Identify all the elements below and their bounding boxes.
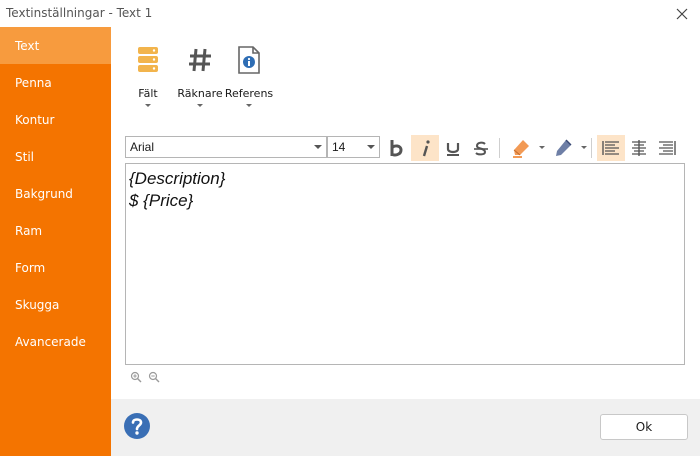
counter-button[interactable]: Räknare — [177, 43, 223, 117]
pen-icon — [556, 139, 572, 156]
text-editor[interactable]: {Description} $ {Price} — [125, 163, 685, 365]
sidebar-item-label: Stil — [15, 149, 34, 164]
document-info-icon — [233, 43, 265, 77]
align-center-button[interactable] — [625, 135, 653, 161]
align-left-icon — [602, 141, 619, 155]
font-family-value: Arial — [130, 140, 155, 154]
chevron-down-icon — [145, 104, 151, 107]
format-toolbar: Arial 14 — [125, 135, 685, 161]
database-icon — [132, 43, 164, 77]
underline-icon — [446, 143, 460, 156]
sidebar-item-label: Skugga — [15, 297, 60, 312]
bold-icon — [390, 140, 403, 157]
help-button[interactable] — [123, 412, 151, 440]
sidebar-item-label: Text — [15, 38, 40, 53]
strikethrough-icon — [474, 141, 488, 156]
sidebar-item-label: Bakgrund — [15, 186, 73, 201]
reference-label: Referens — [224, 87, 274, 100]
highlight-color-button[interactable] — [507, 135, 535, 161]
sidebar-item-ram[interactable]: Ram — [0, 212, 111, 249]
underline-button[interactable] — [439, 135, 467, 161]
chevron-down-icon[interactable] — [539, 146, 545, 149]
sidebar-item-stil[interactable]: Stil — [0, 138, 111, 175]
main-panel: Fält Räknare Referens Arial 14 {Descript… — [111, 27, 700, 399]
editor-line: {Description} — [129, 169, 226, 188]
sidebar-item-label: Penna — [15, 75, 52, 90]
align-center-icon — [632, 140, 646, 156]
sidebar-item-avancerade[interactable]: Avancerade — [0, 323, 111, 360]
sidebar-item-penna[interactable]: Penna — [0, 64, 111, 101]
ok-label: Ok — [635, 420, 653, 434]
close-button[interactable] — [672, 4, 692, 24]
sidebar-item-kontur[interactable]: Kontur — [0, 101, 111, 138]
sidebar-item-text[interactable]: Text — [0, 27, 111, 64]
counter-label: Räknare — [177, 87, 223, 100]
sidebar-item-label: Form — [15, 260, 46, 275]
font-size-value: 14 — [332, 140, 346, 154]
chevron-down-icon — [367, 145, 375, 149]
sidebar-item-form[interactable]: Form — [0, 249, 111, 286]
font-family-select[interactable]: Arial — [125, 136, 327, 158]
ok-button[interactable]: Ok — [600, 414, 688, 440]
help-icon — [124, 413, 150, 439]
window-title: Textinställningar - Text 1 — [6, 6, 153, 20]
align-right-button[interactable] — [653, 135, 681, 161]
italic-button[interactable] — [411, 135, 439, 161]
toolbar-separator — [499, 138, 500, 158]
highlighter-icon — [513, 140, 529, 158]
sidebar-item-label: Kontur — [15, 112, 55, 127]
field-button[interactable]: Fält — [133, 43, 163, 117]
title-bar: Textinställningar - Text 1 — [0, 0, 700, 27]
bold-button[interactable] — [383, 135, 411, 161]
dialog-footer: Ok — [111, 399, 700, 456]
align-right-icon — [659, 141, 676, 155]
field-label: Fält — [138, 87, 158, 100]
close-icon — [676, 8, 688, 20]
reference-button[interactable]: Referens — [225, 43, 273, 117]
chevron-down-icon — [246, 104, 252, 107]
sidebar-item-label: Avancerade — [15, 334, 86, 349]
chevron-down-icon — [197, 104, 203, 107]
zoom-controls — [129, 370, 161, 384]
editor-line: $ {Price} — [129, 191, 194, 210]
zoom-out-icon[interactable] — [147, 370, 161, 384]
sidebar: Text Penna Kontur Stil Bakgrund Ram Form… — [0, 27, 111, 456]
strikethrough-button[interactable] — [467, 135, 495, 161]
sidebar-item-label: Ram — [15, 223, 43, 238]
zoom-in-icon[interactable] — [129, 370, 143, 384]
chevron-down-icon[interactable] — [581, 146, 587, 149]
chevron-down-icon — [314, 145, 322, 149]
align-left-button[interactable] — [597, 135, 625, 161]
pen-color-button[interactable] — [549, 135, 577, 161]
toolbar-separator — [591, 138, 592, 158]
italic-icon — [422, 140, 430, 157]
sidebar-item-bakgrund[interactable]: Bakgrund — [0, 175, 111, 212]
hash-icon — [184, 43, 216, 77]
font-size-select[interactable]: 14 — [327, 136, 380, 158]
sidebar-item-skugga[interactable]: Skugga — [0, 286, 111, 323]
